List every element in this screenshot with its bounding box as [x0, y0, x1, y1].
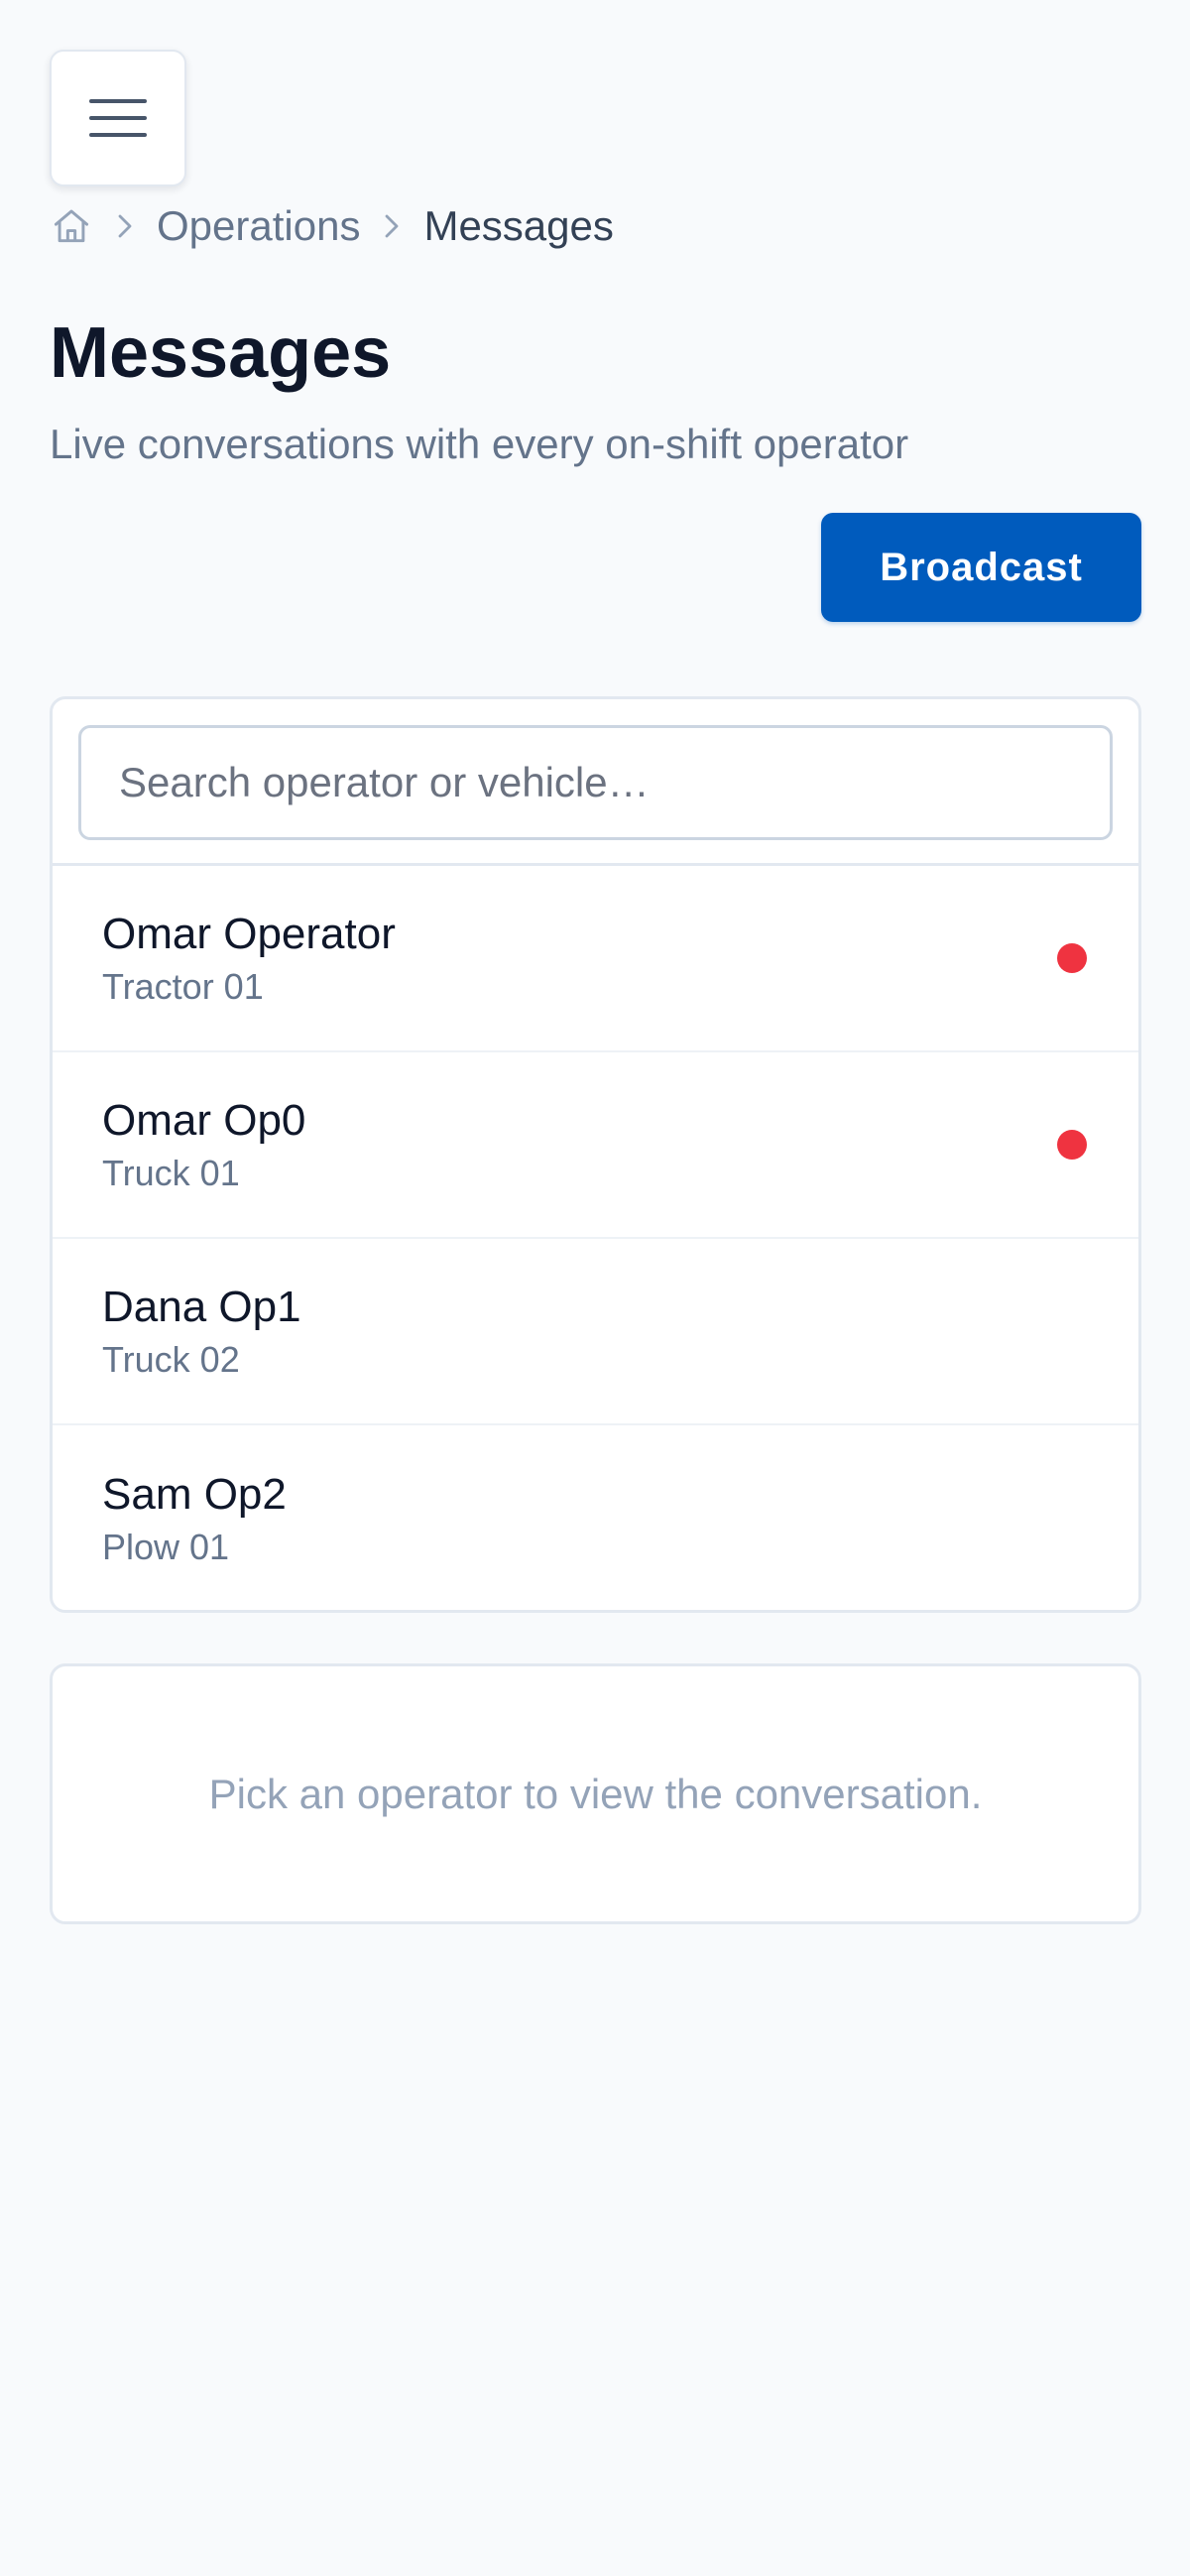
operator-vehicle: Truck 02	[102, 1339, 240, 1380]
chevron-right-icon	[386, 214, 399, 238]
conversation-panel: Pick an operator to view the conversatio…	[50, 1663, 1141, 1924]
operator-list-item[interactable]: Dana Op1 Truck 02	[53, 1239, 1138, 1425]
operator-name: Dana Op1	[102, 1283, 301, 1331]
operator-list-item[interactable]: Omar Op0 Truck 01	[53, 1052, 1138, 1239]
hamburger-menu-icon	[89, 99, 147, 137]
menu-button[interactable]	[50, 50, 186, 186]
operator-list: Omar Operator Tractor 01 Omar Op0 Truck …	[53, 866, 1138, 1610]
operator-list-card: Omar Operator Tractor 01 Omar Op0 Truck …	[50, 696, 1141, 1613]
breadcrumb-home[interactable]	[50, 204, 93, 248]
unread-indicator	[1057, 943, 1087, 973]
conversation-empty-state: Pick an operator to view the conversatio…	[208, 1770, 983, 1817]
breadcrumb-separator	[382, 212, 402, 240]
operator-name: Sam Op2	[102, 1470, 287, 1519]
unread-indicator	[1057, 1130, 1087, 1160]
operator-info: Sam Op2 Plow 01	[102, 1466, 287, 1571]
home-icon	[54, 209, 89, 243]
chevron-right-icon	[118, 214, 132, 238]
broadcast-button[interactable]: Broadcast	[821, 513, 1141, 622]
operator-list-item[interactable]: Omar Operator Tractor 01	[53, 866, 1138, 1052]
operator-vehicle: Tractor 01	[102, 966, 264, 1007]
page-title: Messages	[50, 313, 392, 393]
operator-info: Dana Op1 Truck 02	[102, 1279, 301, 1384]
operator-list-item[interactable]: Sam Op2 Plow 01	[53, 1425, 1138, 1610]
operator-vehicle: Truck 01	[102, 1153, 240, 1193]
operator-info: Omar Operator Tractor 01	[102, 906, 396, 1011]
search-input[interactable]	[78, 725, 1113, 840]
operator-name: Omar Operator	[102, 910, 396, 958]
breadcrumb-current: Messages	[423, 202, 614, 249]
operator-info: Omar Op0 Truck 01	[102, 1092, 305, 1197]
breadcrumb-separator	[115, 212, 135, 240]
operator-name: Omar Op0	[102, 1096, 306, 1145]
page-subtitle: Live conversations with every on-shift o…	[50, 421, 909, 467]
breadcrumb-operations[interactable]: Operations	[157, 196, 360, 256]
operator-vehicle: Plow 01	[102, 1527, 230, 1567]
breadcrumb: Operations Messages	[50, 196, 614, 256]
search-bar	[53, 699, 1138, 866]
